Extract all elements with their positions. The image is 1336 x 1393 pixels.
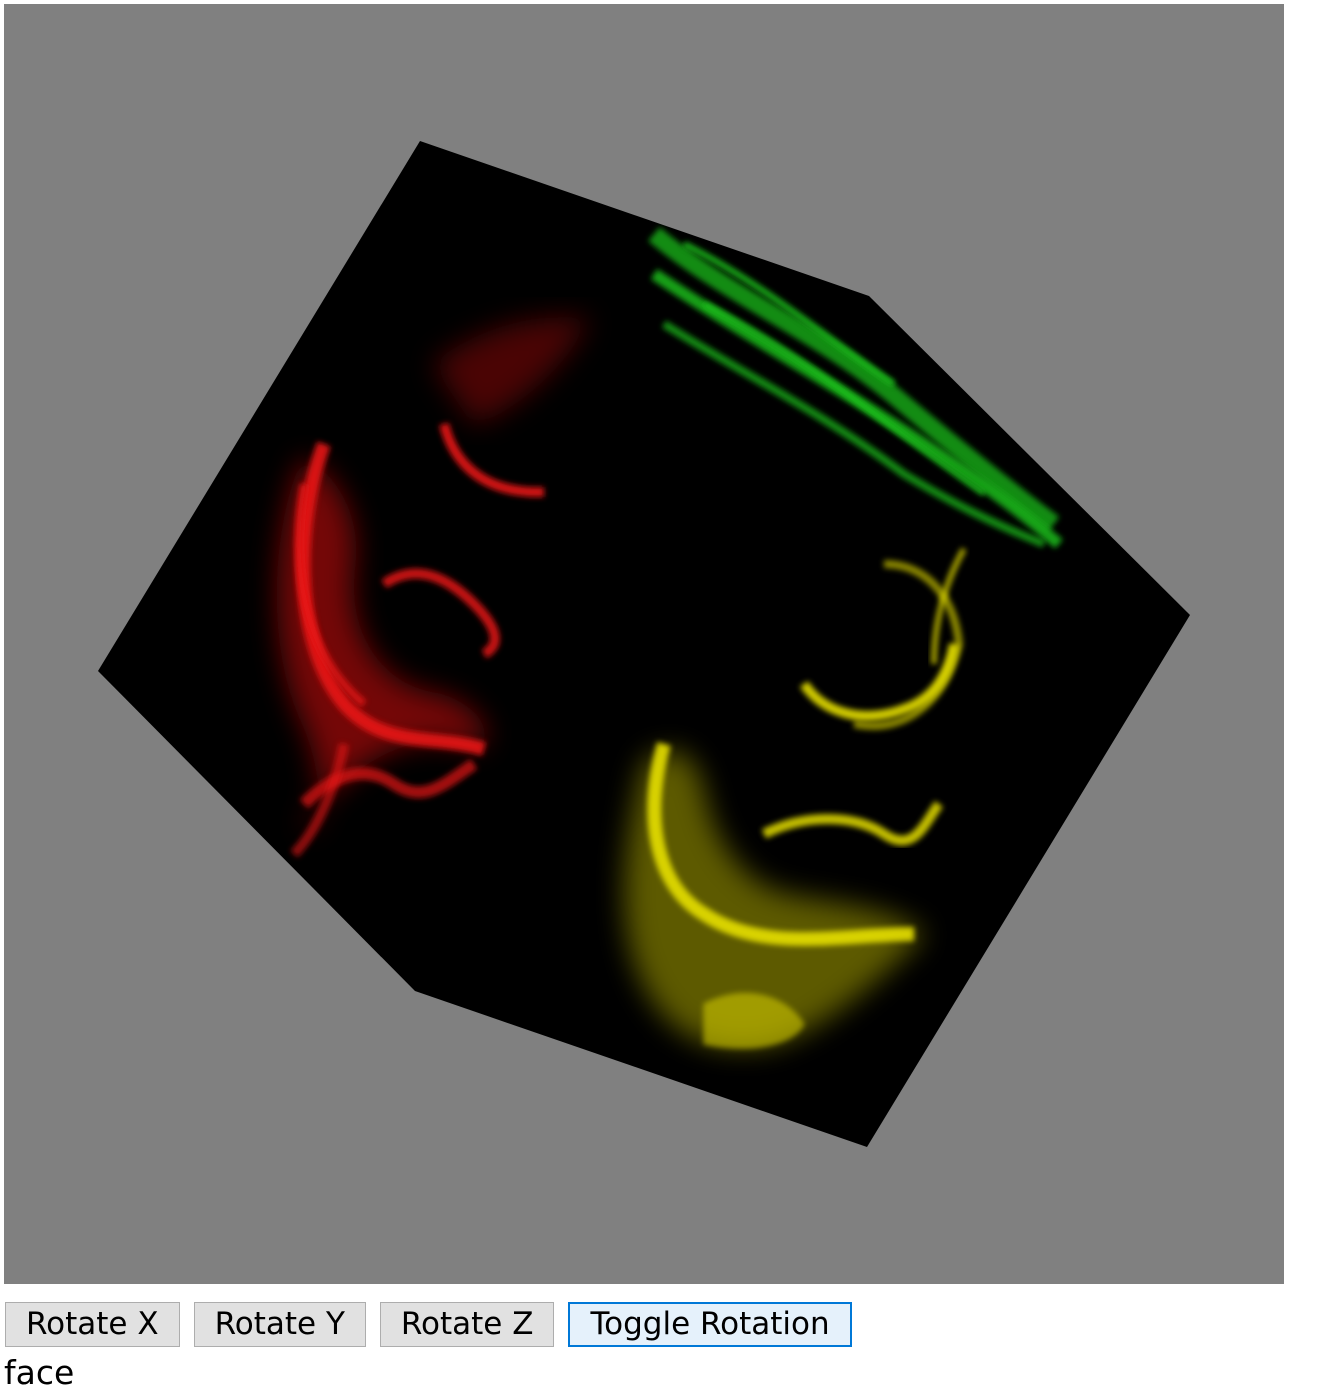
cube-scene [98,141,1190,1147]
control-bar: Rotate X Rotate Y Rotate Z Toggle Rotati… [5,1302,852,1347]
cube-silhouette [98,141,1190,1147]
rotate-y-button[interactable]: Rotate Y [193,1302,366,1347]
rotate-x-button[interactable]: Rotate X [5,1302,180,1347]
face-status-text: face [4,1353,75,1392]
toggle-rotation-button[interactable]: Toggle Rotation [568,1302,852,1347]
rotate-z-button[interactable]: Rotate Z [379,1302,555,1347]
3d-canvas[interactable] [4,4,1284,1284]
